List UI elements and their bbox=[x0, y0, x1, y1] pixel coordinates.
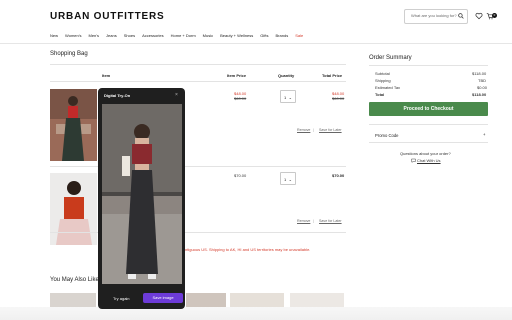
promo-code-label[interactable]: Promo Code bbox=[375, 133, 399, 138]
heart-icon[interactable] bbox=[475, 12, 483, 20]
header-divider bbox=[0, 43, 512, 44]
page-title: Shopping Bag bbox=[50, 51, 88, 57]
divider bbox=[50, 166, 346, 167]
nav-item-jeans[interactable]: Jeans bbox=[106, 33, 117, 38]
summary-label: Total bbox=[375, 92, 385, 97]
divider bbox=[50, 81, 346, 82]
brand-logo[interactable]: URBAN OUTFITTERS bbox=[50, 11, 164, 22]
section-title: You May Also Like bbox=[50, 277, 99, 283]
divider bbox=[369, 65, 488, 66]
link-separator: | bbox=[313, 128, 314, 132]
divider bbox=[50, 64, 346, 65]
total-price-original: $60.00 bbox=[332, 96, 345, 101]
quantity-select[interactable]: 1 ⌄ bbox=[280, 172, 296, 185]
search-input[interactable]: What are you looking for? bbox=[404, 9, 468, 24]
quantity-select[interactable]: 1 ⌄ bbox=[280, 90, 296, 103]
link-separator: | bbox=[313, 219, 314, 223]
product-image-1[interactable] bbox=[50, 89, 97, 161]
chat-with-us-link[interactable]: Chat With Us bbox=[417, 158, 441, 163]
save-image-button[interactable]: Save image bbox=[143, 293, 183, 303]
summary-label: Estimated Tax bbox=[375, 85, 401, 90]
plus-icon[interactable]: + bbox=[483, 132, 485, 137]
col-header-item-price: Item Price bbox=[227, 73, 247, 78]
cart-count-badge: 0 bbox=[492, 13, 497, 18]
try-again-button[interactable]: Try again bbox=[113, 296, 130, 301]
summary-label: Subtotal bbox=[375, 71, 390, 76]
total-price: $70.00 bbox=[332, 173, 345, 178]
remove-link[interactable]: Remove bbox=[297, 219, 310, 223]
save-for-later-link[interactable]: Save for Later bbox=[319, 128, 342, 132]
col-header-total-price: Total Price bbox=[322, 73, 343, 78]
divider bbox=[50, 232, 346, 233]
close-icon[interactable]: × bbox=[175, 92, 178, 98]
help-question: Questions about your order? bbox=[400, 151, 451, 156]
col-header-quantity: Quantity bbox=[278, 73, 295, 78]
summary-value: TBD bbox=[478, 78, 486, 83]
try-on-title: Digital Try-On bbox=[104, 93, 131, 98]
nav-item-beauty[interactable]: Beauty + Wellness bbox=[220, 33, 253, 38]
nav-item-music[interactable]: Music bbox=[203, 33, 213, 38]
nav-item-sale[interactable]: Sale bbox=[295, 33, 303, 38]
shipping-notice: ntiguous US. Shipping to AK, HI and US t… bbox=[185, 247, 311, 252]
nav-item-brands[interactable]: Brands bbox=[276, 33, 289, 38]
quantity-value: 1 bbox=[284, 177, 287, 182]
col-header-item: Item bbox=[102, 73, 111, 78]
chevron-down-icon: ⌄ bbox=[288, 95, 292, 100]
summary-value: $0.00 bbox=[477, 85, 488, 90]
nav-item-shoes[interactable]: Shoes bbox=[124, 33, 135, 38]
try-on-image bbox=[102, 104, 182, 284]
summary-label: Shipping bbox=[375, 78, 391, 83]
product-image-2[interactable] bbox=[50, 173, 97, 245]
order-summary-title: Order Summary bbox=[369, 55, 412, 61]
nav-item-new[interactable]: New bbox=[50, 33, 58, 38]
nav-item-accessories[interactable]: Accessories bbox=[142, 33, 164, 38]
checkout-button[interactable]: Proceed to Checkout bbox=[369, 102, 488, 116]
quantity-value: 1 bbox=[284, 95, 287, 100]
search-placeholder: What are you looking for? bbox=[411, 13, 457, 18]
chat-icon bbox=[411, 158, 416, 163]
chevron-down-icon: ⌄ bbox=[288, 177, 292, 182]
item-price-original: $60.00 bbox=[234, 96, 247, 101]
summary-value: $118.00 bbox=[472, 71, 487, 76]
item-price: $70.00 bbox=[234, 173, 247, 178]
nav-item-home-dorm[interactable]: Home + Dorm bbox=[171, 33, 196, 38]
nav-item-womens[interactable]: Women's bbox=[65, 33, 81, 38]
nav-item-mens[interactable]: Men's bbox=[89, 33, 100, 38]
main-nav: New Women's Men's Jeans Shoes Accessorie… bbox=[50, 33, 303, 38]
nav-item-gifts[interactable]: Gifts bbox=[260, 33, 268, 38]
summary-value: $118.00 bbox=[472, 92, 487, 97]
remove-link[interactable]: Remove bbox=[297, 128, 310, 132]
bottom-toolbar bbox=[0, 307, 512, 320]
search-icon[interactable] bbox=[458, 13, 464, 19]
divider bbox=[369, 142, 488, 143]
divider bbox=[369, 124, 488, 125]
save-for-later-link[interactable]: Save for Later bbox=[319, 219, 342, 223]
